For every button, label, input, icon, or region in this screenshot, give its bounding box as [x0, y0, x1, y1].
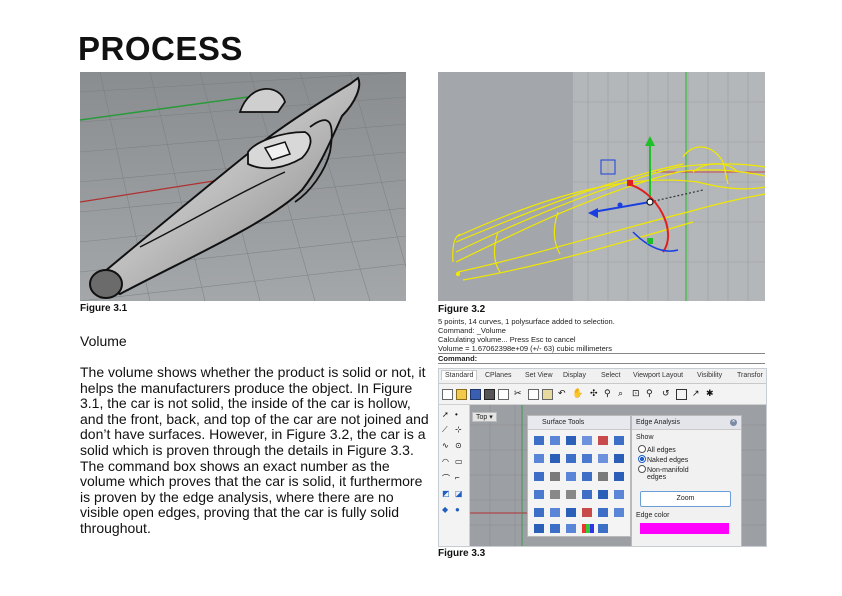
radio-button[interactable] [638, 465, 646, 473]
undo-view-icon[interactable]: ↺ [662, 389, 671, 398]
surface-tools-title: Surface Tools [542, 419, 585, 426]
surface-tools-icon-grid[interactable] [528, 430, 630, 536]
toolbar-tabs: Standard CPlanes Set View Display Select… [439, 369, 766, 384]
surface-icon[interactable]: ◩ [442, 489, 450, 498]
page-title: PROCESS [78, 30, 243, 67]
select-arrow-icon[interactable]: ➚ [442, 410, 449, 419]
figure-3-1-caption: Figure 3.1 [80, 303, 128, 314]
command-line-1: 5 points, 14 curves, 1 polysurface added… [438, 317, 615, 326]
rectangle-icon[interactable]: ▭ [455, 457, 463, 466]
tab-viewport-layout[interactable]: Viewport Layout [633, 372, 683, 379]
option-label: Non-manifold [647, 467, 689, 474]
figure-3-1-image [80, 72, 406, 301]
extrude-icon[interactable]: ◪ [455, 489, 463, 498]
surface-tools-header: Surface Tools [528, 416, 630, 430]
command-prompt[interactable]: Command: [438, 353, 765, 364]
left-toolbar: ➚ • ⟋ ⊹ ∿ ⊙ ◠ ▭ ⌒ ⌐ ◩ ◪ ◆ ● [439, 405, 470, 546]
tab-standard[interactable]: Standard [441, 370, 478, 380]
section-heading: Volume [80, 333, 127, 349]
radio-button-selected[interactable] [638, 455, 646, 463]
viewport-label[interactable]: Top ▾ [472, 412, 497, 422]
option-label-continued: edges [647, 474, 667, 481]
figure-3-3-image: Standard CPlanes Set View Display Select… [438, 368, 767, 547]
edge-color-swatch[interactable] [640, 523, 729, 534]
figure-3-2-caption: Figure 3.2 [438, 304, 486, 315]
radio-all-edges[interactable]: All edges [638, 445, 676, 454]
template-icon[interactable] [498, 389, 509, 400]
print-icon[interactable] [484, 389, 495, 400]
rotate-view-icon[interactable]: ✣ [590, 389, 599, 398]
figure-3-3-caption: Figure 3.3 [438, 548, 486, 559]
zoom-extents-icon[interactable]: ⊡ [632, 389, 641, 398]
pan-hand-icon[interactable]: ✋ [572, 389, 583, 398]
zoom-button[interactable]: Zoom [640, 491, 731, 507]
viewport-layout-icon[interactable] [676, 389, 687, 400]
tab-transform[interactable]: Transfor [737, 372, 763, 379]
surface-tools-panel: Surface Tools [527, 415, 631, 537]
polyline-icon[interactable]: ⊹ [455, 425, 462, 434]
edge-color-label: Edge color [636, 512, 670, 519]
properties-icon[interactable]: ✱ [706, 389, 715, 398]
zoom-icon[interactable]: ⚲ [604, 389, 613, 398]
solid-icon[interactable]: ◆ [442, 505, 448, 514]
viewport-label-text: Top [476, 414, 488, 421]
snap-icon[interactable]: ↗ [692, 389, 701, 398]
open-folder-icon[interactable] [456, 389, 467, 400]
tab-visibility[interactable]: Visibility [697, 372, 722, 379]
command-line-3: Calculating volume... Press Esc to cance… [438, 335, 576, 344]
sphere-icon[interactable]: ● [455, 505, 460, 514]
radio-non-manifold-edges[interactable]: Non-manifold [638, 465, 689, 474]
command-line-2: Command: _Volume [438, 326, 506, 335]
point-icon[interactable]: • [455, 410, 458, 419]
standard-toolbar: ✂ ↶ ✋ ✣ ⚲ ⌕ ⊡ ⚲ ↺ ↗ ✱ [439, 384, 766, 405]
undo-icon[interactable]: ↶ [558, 389, 567, 398]
edge-analysis-panel: Edge Analysis × Show All edges Naked edg… [631, 415, 742, 546]
new-file-icon[interactable] [442, 389, 453, 400]
copy-icon[interactable] [528, 389, 539, 400]
offset-icon[interactable]: ⌐ [455, 473, 460, 482]
paste-icon[interactable] [542, 389, 553, 400]
option-label: All edges [647, 447, 676, 454]
zoom-selected-icon[interactable]: ⚲ [646, 389, 655, 398]
fillet-curve-icon[interactable]: ⌒ [442, 473, 450, 484]
command-history: 5 points, 14 curves, 1 polysurface added… [438, 317, 765, 364]
radio-naked-edges[interactable]: Naked edges [638, 455, 688, 464]
cut-icon[interactable]: ✂ [514, 389, 523, 398]
arc-icon[interactable]: ◠ [442, 457, 449, 466]
chevron-down-icon[interactable]: ▾ [489, 414, 493, 421]
show-label: Show [636, 434, 654, 441]
close-icon[interactable]: × [730, 419, 737, 426]
line-icon[interactable]: ⟋ [442, 425, 448, 435]
zoom-window-icon[interactable]: ⌕ [618, 389, 627, 398]
tab-display[interactable]: Display [563, 372, 586, 379]
figure-3-2-image [438, 72, 765, 301]
edge-analysis-title: Edge Analysis [636, 419, 680, 426]
body-paragraph: The volume shows whether the product is … [80, 364, 429, 536]
curve-icon[interactable]: ∿ [442, 441, 449, 450]
edge-analysis-header: Edge Analysis × [632, 416, 741, 430]
tab-select[interactable]: Select [601, 372, 620, 379]
circle-icon[interactable]: ⊙ [455, 441, 462, 450]
command-line-4: Volume = 1.67062398e+09 (+/- 63) cubic m… [438, 344, 613, 353]
tab-cplanes[interactable]: CPlanes [485, 372, 511, 379]
radio-button[interactable] [638, 445, 646, 453]
save-icon[interactable] [470, 389, 481, 400]
option-label: Naked edges [647, 457, 689, 464]
tab-set-view[interactable]: Set View [525, 372, 553, 379]
